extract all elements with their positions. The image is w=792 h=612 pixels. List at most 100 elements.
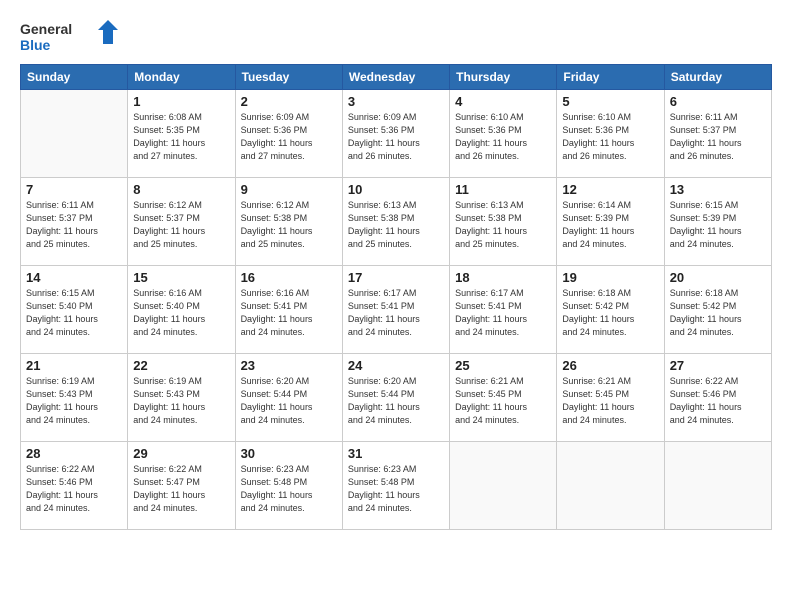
day-number: 28 (26, 446, 122, 461)
day-info: Sunrise: 6:11 AM Sunset: 5:37 PM Dayligh… (670, 111, 766, 163)
weekday-monday: Monday (128, 65, 235, 90)
weekday-thursday: Thursday (450, 65, 557, 90)
weekday-saturday: Saturday (664, 65, 771, 90)
calendar-cell: 11 Sunrise: 6:13 AM Sunset: 5:38 PM Dayli… (450, 178, 557, 266)
calendar-cell (557, 442, 664, 530)
calendar-cell: 7 Sunrise: 6:11 AM Sunset: 5:37 PM Daylig… (21, 178, 128, 266)
calendar-cell: 17 Sunrise: 6:17 AM Sunset: 5:41 PM Dayli… (342, 266, 449, 354)
day-number: 15 (133, 270, 229, 285)
day-number: 23 (241, 358, 337, 373)
calendar-body: 1Sunrise: 6:08 AM Sunset: 5:35 PM Daylig… (21, 90, 772, 530)
day-info: Sunrise: 6:22 AM Sunset: 5:46 PM Dayligh… (670, 375, 766, 427)
calendar-cell: 10 Sunrise: 6:13 AM Sunset: 5:38 PM Dayli… (342, 178, 449, 266)
weekday-friday: Friday (557, 65, 664, 90)
calendar-cell (664, 442, 771, 530)
day-info: Sunrise: 6:09 AM Sunset: 5:36 PM Dayligh… (348, 111, 444, 163)
day-number: 18 (455, 270, 551, 285)
day-number: 10 (348, 182, 444, 197)
day-info: Sunrise: 6:11 AM Sunset: 5:37 PM Dayligh… (26, 199, 122, 251)
svg-text:Blue: Blue (20, 37, 51, 53)
svg-text:General: General (20, 21, 72, 37)
day-info: Sunrise: 6:15 AM Sunset: 5:39 PM Dayligh… (670, 199, 766, 251)
day-number: 12 (562, 182, 658, 197)
calendar-cell: 26 Sunrise: 6:21 AM Sunset: 5:45 PM Dayli… (557, 354, 664, 442)
day-number: 7 (26, 182, 122, 197)
week-row-1: 1Sunrise: 6:08 AM Sunset: 5:35 PM Daylig… (21, 90, 772, 178)
day-number: 27 (670, 358, 766, 373)
day-number: 14 (26, 270, 122, 285)
day-number: 30 (241, 446, 337, 461)
calendar-cell: 24 Sunrise: 6:20 AM Sunset: 5:44 PM Dayli… (342, 354, 449, 442)
day-number: 6 (670, 94, 766, 109)
day-number: 3 (348, 94, 444, 109)
day-info: Sunrise: 6:20 AM Sunset: 5:44 PM Dayligh… (348, 375, 444, 427)
weekday-tuesday: Tuesday (235, 65, 342, 90)
day-info: Sunrise: 6:18 AM Sunset: 5:42 PM Dayligh… (562, 287, 658, 339)
calendar: SundayMondayTuesdayWednesdayThursdayFrid… (20, 64, 772, 530)
calendar-cell: 6 Sunrise: 6:11 AM Sunset: 5:37 PM Daylig… (664, 90, 771, 178)
day-info: Sunrise: 6:21 AM Sunset: 5:45 PM Dayligh… (562, 375, 658, 427)
day-info: Sunrise: 6:22 AM Sunset: 5:46 PM Dayligh… (26, 463, 122, 515)
day-info: Sunrise: 6:21 AM Sunset: 5:45 PM Dayligh… (455, 375, 551, 427)
week-row-2: 7 Sunrise: 6:11 AM Sunset: 5:37 PM Daylig… (21, 178, 772, 266)
calendar-cell: 1Sunrise: 6:08 AM Sunset: 5:35 PM Daylig… (128, 90, 235, 178)
day-info: Sunrise: 6:13 AM Sunset: 5:38 PM Dayligh… (348, 199, 444, 251)
day-info: Sunrise: 6:12 AM Sunset: 5:38 PM Dayligh… (241, 199, 337, 251)
day-info: Sunrise: 6:18 AM Sunset: 5:42 PM Dayligh… (670, 287, 766, 339)
day-number: 24 (348, 358, 444, 373)
day-number: 5 (562, 94, 658, 109)
day-info: Sunrise: 6:17 AM Sunset: 5:41 PM Dayligh… (348, 287, 444, 339)
day-number: 21 (26, 358, 122, 373)
day-info: Sunrise: 6:23 AM Sunset: 5:48 PM Dayligh… (348, 463, 444, 515)
day-number: 8 (133, 182, 229, 197)
calendar-cell: 23Sunrise: 6:20 AM Sunset: 5:44 PM Dayli… (235, 354, 342, 442)
day-info: Sunrise: 6:19 AM Sunset: 5:43 PM Dayligh… (133, 375, 229, 427)
calendar-cell: 25 Sunrise: 6:21 AM Sunset: 5:45 PM Dayli… (450, 354, 557, 442)
calendar-cell: 4 Sunrise: 6:10 AM Sunset: 5:36 PM Daylig… (450, 90, 557, 178)
day-number: 13 (670, 182, 766, 197)
day-info: Sunrise: 6:23 AM Sunset: 5:48 PM Dayligh… (241, 463, 337, 515)
calendar-cell: 20 Sunrise: 6:18 AM Sunset: 5:42 PM Dayli… (664, 266, 771, 354)
day-info: Sunrise: 6:08 AM Sunset: 5:35 PM Dayligh… (133, 111, 229, 163)
day-info: Sunrise: 6:10 AM Sunset: 5:36 PM Dayligh… (455, 111, 551, 163)
day-number: 2 (241, 94, 337, 109)
day-number: 16 (241, 270, 337, 285)
day-info: Sunrise: 6:10 AM Sunset: 5:36 PM Dayligh… (562, 111, 658, 163)
week-row-4: 21 Sunrise: 6:19 AM Sunset: 5:43 PM Dayli… (21, 354, 772, 442)
calendar-cell: 15 Sunrise: 6:16 AM Sunset: 5:40 PM Dayli… (128, 266, 235, 354)
day-number: 11 (455, 182, 551, 197)
day-number: 25 (455, 358, 551, 373)
day-info: Sunrise: 6:12 AM Sunset: 5:37 PM Dayligh… (133, 199, 229, 251)
calendar-cell: 28 Sunrise: 6:22 AM Sunset: 5:46 PM Dayli… (21, 442, 128, 530)
day-info: Sunrise: 6:19 AM Sunset: 5:43 PM Dayligh… (26, 375, 122, 427)
calendar-cell: 29Sunrise: 6:22 AM Sunset: 5:47 PM Dayli… (128, 442, 235, 530)
day-info: Sunrise: 6:16 AM Sunset: 5:41 PM Dayligh… (241, 287, 337, 339)
calendar-cell: 18 Sunrise: 6:17 AM Sunset: 5:41 PM Dayli… (450, 266, 557, 354)
calendar-cell: 5 Sunrise: 6:10 AM Sunset: 5:36 PM Daylig… (557, 90, 664, 178)
calendar-cell: 9 Sunrise: 6:12 AM Sunset: 5:38 PM Daylig… (235, 178, 342, 266)
day-number: 17 (348, 270, 444, 285)
day-number: 26 (562, 358, 658, 373)
weekday-sunday: Sunday (21, 65, 128, 90)
day-number: 9 (241, 182, 337, 197)
calendar-cell (21, 90, 128, 178)
day-number: 4 (455, 94, 551, 109)
calendar-cell: 12Sunrise: 6:14 AM Sunset: 5:39 PM Dayli… (557, 178, 664, 266)
day-info: Sunrise: 6:13 AM Sunset: 5:38 PM Dayligh… (455, 199, 551, 251)
day-number: 19 (562, 270, 658, 285)
calendar-cell: 31Sunrise: 6:23 AM Sunset: 5:48 PM Dayli… (342, 442, 449, 530)
day-number: 20 (670, 270, 766, 285)
weekday-header: SundayMondayTuesdayWednesdayThursdayFrid… (21, 65, 772, 90)
day-info: Sunrise: 6:17 AM Sunset: 5:41 PM Dayligh… (455, 287, 551, 339)
calendar-cell: 16 Sunrise: 6:16 AM Sunset: 5:41 PM Dayli… (235, 266, 342, 354)
day-number: 29 (133, 446, 229, 461)
day-info: Sunrise: 6:15 AM Sunset: 5:40 PM Dayligh… (26, 287, 122, 339)
week-row-5: 28 Sunrise: 6:22 AM Sunset: 5:46 PM Dayli… (21, 442, 772, 530)
calendar-cell: 3 Sunrise: 6:09 AM Sunset: 5:36 PM Daylig… (342, 90, 449, 178)
calendar-cell: 2Sunrise: 6:09 AM Sunset: 5:36 PM Daylig… (235, 90, 342, 178)
calendar-cell: 13 Sunrise: 6:15 AM Sunset: 5:39 PM Dayli… (664, 178, 771, 266)
day-number: 22 (133, 358, 229, 373)
weekday-wednesday: Wednesday (342, 65, 449, 90)
day-info: Sunrise: 6:16 AM Sunset: 5:40 PM Dayligh… (133, 287, 229, 339)
calendar-cell: 30 Sunrise: 6:23 AM Sunset: 5:48 PM Dayli… (235, 442, 342, 530)
